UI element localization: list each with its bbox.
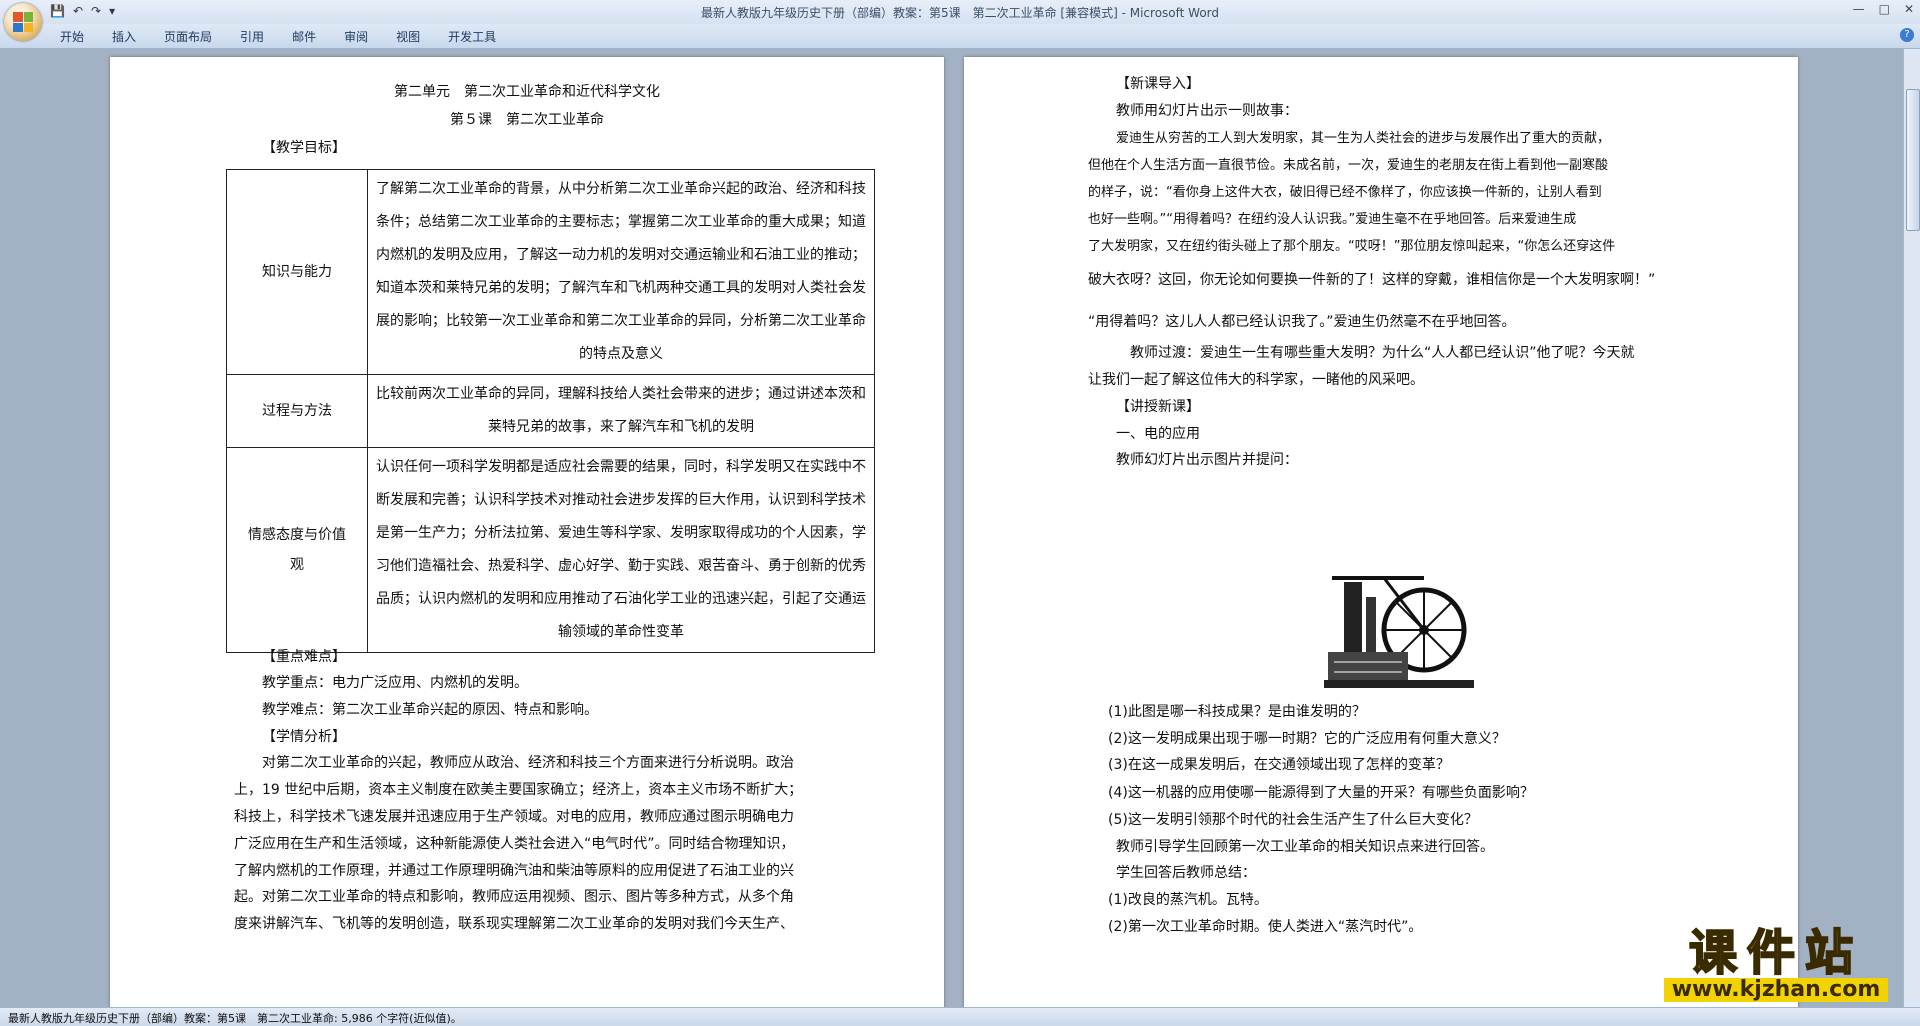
question-item: (4)这一机器的应用使哪一能源得到了大量的开采？有哪些负面影响？ [1108, 785, 1534, 801]
analysis-line: 上，19 世纪中后期，资本主义制度在欧美主要国家确立；经济上，资本主义市场不断扩… [234, 782, 803, 798]
objective-label: 情感态度与价值观 [226, 447, 368, 653]
table-row: 情感态度与价值观 认识任何一项科学发明都是适应社会需要的结果，同时，科学发明又在… [226, 447, 875, 653]
tab-view[interactable]: 视图 [396, 28, 420, 45]
objectives-table: 知识与能力 了解第二次工业革命的背景，从中分析第二次工业革命兴起的政治、经济和科… [226, 169, 875, 653]
story-line: 破大衣呀？这回，你无论如何要换一件新的了！这样的穿戴，谁相信你是一个大发明家啊！… [1088, 272, 1656, 288]
question-item: (2)这一发明成果出现于哪一时期？它的广泛应用有何重大意义？ [1108, 731, 1506, 747]
section-heading: 一、电的应用 [1116, 426, 1200, 442]
office-button[interactable] [4, 3, 42, 41]
tab-page-layout[interactable]: 页面布局 [164, 28, 212, 45]
story-line: 的样子，说：“看你身上这件大衣，破旧得已经不像样了，你应该换一件新的，让别人看到 [1088, 185, 1602, 200]
tab-references[interactable]: 引用 [240, 28, 264, 45]
scrollbar-thumb[interactable] [1906, 89, 1920, 231]
key-point: 教学重点：电力广泛应用、内燃机的发明。 [262, 675, 528, 691]
analysis-line: 对第二次工业革命的兴起，教师应从政治、经济和科技三个方面来进行分析说明。政治 [262, 755, 794, 771]
page-left[interactable]: 第二单元 第二次工业革命和近代科学文化 第５课 第二次工业革命 【教学目标】 知… [110, 57, 944, 1007]
tab-review[interactable]: 审阅 [344, 28, 368, 45]
ribbon: 开始 插入 页面布局 引用 邮件 审阅 视图 开发工具 ? [0, 24, 1920, 49]
table-row: 过程与方法 比较前两次工业革命的异同，理解科技给人类社会带来的进步；通过讲述本茨… [226, 374, 875, 448]
office-logo-icon [13, 12, 33, 32]
objective-content: 了解第二次工业革命的背景，从中分析第二次工业革命兴起的政治、经济和科技条件；总结… [367, 169, 875, 375]
analysis-line: 起。对第二次工业革命的特点和影响，教师应运用视频、图示、图片等多种方式，从多个角 [234, 889, 794, 905]
story-line: “用得着吗？这儿人人都已经认识我了。”爱迪生仍然毫不在乎地回答。 [1088, 314, 1516, 330]
tab-mailings[interactable]: 邮件 [292, 28, 316, 45]
story-line: 爱迪生从穷苦的工人到大发明家，其一生为人类社会的进步与发展作出了重大的贡献， [1116, 131, 1611, 146]
vertical-scrollbar[interactable] [1903, 49, 1920, 1007]
summary-line: 学生回答后教师总结： [1116, 865, 1256, 881]
maximize-button[interactable]: □ [1879, 2, 1890, 16]
watermark-text: 课件站 [1688, 924, 1863, 982]
lecture-heading: 【讲授新课】 [1116, 399, 1200, 415]
story-line: 但他在个人生活方面一直很节俭。未成名前，一次，爱迪生的老朋友在街上看到他一副寒酸 [1088, 158, 1609, 173]
objective-label: 过程与方法 [226, 374, 368, 448]
transition-line: 让我们一起了解这位伟大的科学家，一睹他的风采吧。 [1088, 372, 1424, 388]
question-item: (1)此图是哪一科技成果？是由谁发明的？ [1108, 704, 1366, 720]
status-text: 最新人教版九年级历史下册（部编）教案：第5课 第二次工业革命: 5,986 个字… [8, 1012, 462, 1025]
analysis-line: 广泛应用在生产和生活领域，这种新能源使人类社会进入“电气时代”。同时结合物理知识… [234, 836, 795, 852]
analysis-heading: 【学情分析】 [262, 729, 346, 745]
guide-line: 教师引导学生回顾第一次工业革命的相关知识点来进行回答。 [1116, 839, 1494, 855]
objective-content: 比较前两次工业革命的异同，理解科技给人类社会带来的进步；通过讲述本茨和莱特兄弟的… [367, 374, 875, 448]
table-row: 知识与能力 了解第二次工业革命的背景，从中分析第二次工业革命兴起的政治、经济和科… [226, 169, 875, 375]
show-picture-line: 教师幻灯片出示图片并提问： [1116, 452, 1298, 468]
difficulty: 教学难点：第二次工业革命兴起的原因、特点和影响。 [262, 702, 598, 718]
page-right[interactable]: 【新课导入】 教师用幻灯片出示一则故事： 爱迪生从穷苦的工人到大发明家，其一生为… [964, 57, 1798, 1007]
objective-content: 认识任何一项科学发明都是适应社会需要的结果，同时，科学发明又在实践中不断发展和完… [367, 447, 875, 653]
title-bar: 💾 ↶ ↷ ▾ 最新人教版九年级历史下册（部编）教案：第5课 第二次工业革命 [… [0, 0, 1920, 41]
analysis-line: 了解内燃机的工作原理，并通过工作原理明确汽油和柴油等原料的应用促进了石油工业的兴 [234, 863, 794, 879]
watermark-logo: 课件站 www.kjzhan.com [1658, 924, 1894, 1002]
tab-developer[interactable]: 开发工具 [448, 28, 496, 45]
story-line: 也好一些啊。”“用得着吗？在纽约没人认识我。”爱迪生毫不在乎地回答。后来爱迪生成 [1088, 212, 1577, 227]
goal-heading: 【教学目标】 [262, 140, 346, 156]
tab-insert[interactable]: 插入 [112, 28, 136, 45]
intro-line: 教师用幻灯片出示一则故事： [1116, 103, 1298, 119]
question-item: (5)这一发明引领那个时代的社会生活产生了什么巨大变化？ [1108, 812, 1478, 828]
objective-label: 知识与能力 [226, 169, 368, 375]
intro-heading: 【新课导入】 [1116, 76, 1200, 92]
question-item: (3)在这一成果发明后，在交通领域出现了怎样的变革？ [1108, 757, 1450, 773]
transition-line: 教师过渡：爱迪生一生有哪些重大发明？为什么“人人都已经认识”他了呢？今天就 [1130, 345, 1635, 361]
document-area[interactable]: 第二单元 第二次工业革命和近代科学文化 第５课 第二次工业革命 【教学目标】 知… [0, 49, 1904, 1007]
analysis-line: 科技上，科学技术飞速发展并迅速应用于生产领域。对电的应用，教师应通过图示明确电力 [234, 809, 794, 825]
story-line: 了大发明家，又在纽约街头碰上了那个朋友。“哎呀！”那位朋友惊叫起来，“你怎么还穿… [1088, 239, 1616, 254]
tab-home[interactable]: 开始 [60, 28, 84, 45]
watermark-url: www.kjzhan.com [1663, 978, 1889, 1002]
lesson-title: 第５课 第二次工业革命 [450, 112, 604, 128]
key-heading: 【重点难点】 [262, 649, 346, 665]
window-title: 最新人教版九年级历史下册（部编）教案：第5课 第二次工业革命 [兼容模式] - … [700, 6, 1220, 20]
unit-title: 第二单元 第二次工业革命和近代科学文化 [394, 84, 660, 100]
help-icon[interactable]: ? [1900, 28, 1914, 42]
minimize-button[interactable]: — [1853, 2, 1865, 16]
answer-item: (1)改良的蒸汽机。瓦特。 [1108, 892, 1268, 908]
analysis-line: 度来讲解汽车、飞机等的发明创造，联系现实理解第二次工业革命的发明对我们今天生产、 [234, 916, 794, 932]
close-button[interactable]: ✕ [1904, 2, 1914, 16]
status-bar: 最新人教版九年级历史下册（部编）教案：第5课 第二次工业革命: 5,986 个字… [0, 1007, 1920, 1026]
steam-engine-image [1324, 572, 1474, 690]
answer-item: (2)第一次工业革命时期。使人类进入“蒸汽时代”。 [1108, 919, 1423, 935]
